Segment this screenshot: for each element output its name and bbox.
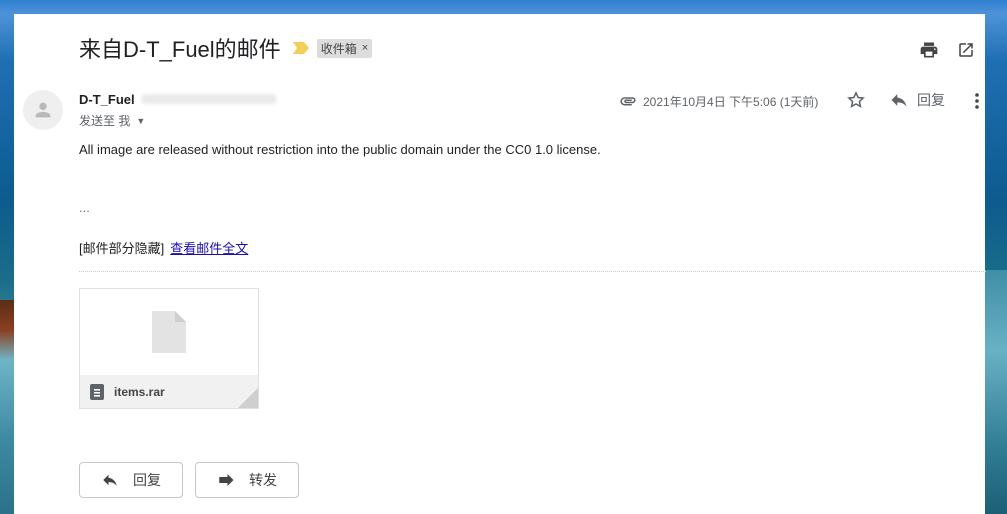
attachment-preview bbox=[80, 289, 258, 375]
reply-top-label: 回复 bbox=[917, 92, 945, 108]
attachments-divider bbox=[79, 271, 986, 272]
sent-to-text: 发送至 我 bbox=[79, 114, 131, 128]
chevron-down-icon[interactable]: ▼ bbox=[136, 116, 145, 126]
reply-icon bbox=[101, 471, 119, 489]
forward-button-label: 转发 bbox=[249, 472, 277, 488]
star-icon[interactable] bbox=[846, 90, 866, 110]
hidden-notice-text: [邮件部分隐藏] bbox=[79, 241, 165, 256]
attachment-footer: items.rar bbox=[80, 375, 258, 408]
more-vert-icon[interactable] bbox=[970, 92, 984, 110]
open-in-new-icon[interactable] bbox=[957, 40, 975, 60]
attachment-filename: items.rar bbox=[114, 384, 165, 399]
email-body-ellipsis: ... bbox=[79, 200, 90, 215]
forward-icon bbox=[217, 471, 235, 489]
subject-row: 来自D-T_Fuel的邮件 收件箱 × bbox=[79, 34, 373, 62]
inbox-label-text: 收件箱 bbox=[320, 41, 357, 56]
inbox-label-chip: 收件箱 × bbox=[316, 38, 373, 58]
clipped-message-notice: [邮件部分隐藏] 查看邮件全文 bbox=[79, 238, 248, 257]
sender-name[interactable]: D-T_Fuel bbox=[79, 92, 135, 107]
attachment-card[interactable]: items.rar bbox=[79, 288, 259, 409]
email-panel: 来自D-T_Fuel的邮件 收件箱 × D-T_Fuel 发送至 我 ▼ 202… bbox=[14, 14, 986, 514]
recipient-details[interactable]: 发送至 我 ▼ bbox=[79, 112, 145, 129]
archive-file-icon bbox=[90, 383, 104, 400]
paperclip-icon bbox=[619, 92, 637, 110]
reply-button[interactable]: 回复 bbox=[79, 462, 183, 498]
email-date: 2021年10月4日 下午5:06 (1天前) bbox=[643, 94, 819, 109]
sender-email-redacted bbox=[141, 94, 277, 104]
forward-button[interactable]: 转发 bbox=[195, 462, 299, 498]
reply-button-label: 回复 bbox=[133, 472, 161, 488]
view-full-message-link[interactable]: 查看邮件全文 bbox=[170, 241, 248, 256]
sender-avatar[interactable] bbox=[23, 90, 63, 130]
attachment-corner-fold bbox=[238, 388, 258, 408]
reply-top-button[interactable]: 回复 bbox=[889, 90, 945, 110]
reply-icon bbox=[889, 90, 909, 110]
remove-label-button[interactable]: × bbox=[362, 42, 368, 54]
top-actions bbox=[919, 40, 975, 60]
print-icon[interactable] bbox=[919, 40, 939, 60]
importance-marker-icon[interactable] bbox=[292, 42, 309, 54]
file-icon bbox=[152, 311, 186, 353]
person-icon bbox=[32, 99, 54, 121]
email-subject: 来自D-T_Fuel的邮件 bbox=[79, 37, 281, 62]
email-meta: 2021年10月4日 下午5:06 (1天前) bbox=[619, 92, 818, 110]
desktop-wallpaper-right bbox=[985, 270, 1007, 514]
email-body-text: All image are released without restricti… bbox=[79, 142, 601, 157]
desktop-wallpaper-left bbox=[0, 300, 14, 514]
